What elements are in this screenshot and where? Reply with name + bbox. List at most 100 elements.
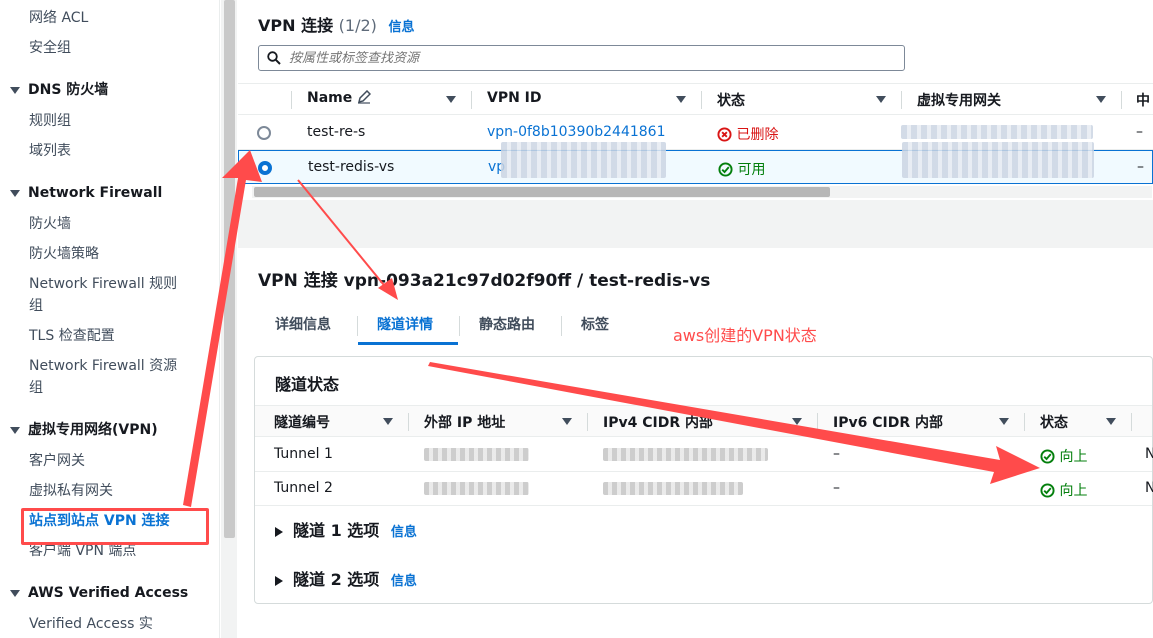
sidebar-item-firewall-policies[interactable]: 防火墙策略 [29, 243, 99, 265]
redacted-ipv4-cidr [603, 448, 768, 461]
expander-label: 隧道 2 选项 [293, 570, 380, 589]
tunnel-row: Tunnel 2 – 向上 N [255, 472, 1153, 506]
sidebar-section-vpn[interactable]: 虚拟专用网络(VPN) [10, 419, 158, 441]
caret-down-icon [10, 426, 20, 434]
sidebar-item-customer-gateways[interactable]: 客户网关 [29, 450, 85, 472]
column-header-outside-ip[interactable]: 外部 IP 地址 [424, 412, 505, 432]
info-link[interactable]: 信息 [388, 20, 414, 35]
column-divider [1121, 91, 1122, 109]
sort-caret-icon[interactable] [383, 418, 393, 425]
caret-down-icon [10, 86, 20, 94]
cell-status: 可用 [718, 159, 765, 179]
cell-vpn-id-link[interactable]: vpn-0f8b10390b2441861 [487, 124, 666, 140]
sidebar-item-rule-groups[interactable]: 规则组 [29, 110, 71, 132]
column-header-ipv6-cidr[interactable]: IPv6 CIDR 内部 [833, 412, 943, 432]
row-select-radio-selected[interactable] [258, 161, 272, 175]
tunnel-2-options-expander[interactable]: 隧道 2 选项 信息 [275, 566, 417, 590]
column-header-ipv4-cidr[interactable]: IPv4 CIDR 内部 [603, 412, 713, 432]
redacted-ipv4-cidr [603, 482, 743, 495]
sort-caret-icon[interactable] [999, 418, 1009, 425]
sidebar-item-domain-lists[interactable]: 域列表 [29, 140, 71, 162]
sidebar-item-nf-rule-groups-cont[interactable]: 组 [29, 295, 43, 317]
sidebar-section-label: 虚拟专用网络(VPN) [28, 422, 158, 438]
column-divider [587, 413, 588, 431]
table-row-selected[interactable]: test-redis-vs vp 可用 – [238, 142, 1153, 184]
sidebar-item-virtual-private-gateways[interactable]: 虚拟私有网关 [29, 480, 113, 502]
sidebar-scrollbar[interactable] [224, 0, 235, 538]
column-header-status[interactable]: 状态 [717, 90, 745, 110]
sidebar-item-tls-inspection[interactable]: TLS 检查配置 [29, 325, 115, 347]
sidebar-section-label: Network Firewall [28, 185, 163, 201]
sidebar-item-network-acl[interactable]: 网络 ACL [29, 7, 88, 29]
cell-ipv6: – [833, 446, 840, 462]
status-text: 可用 [737, 162, 766, 178]
cell-name: test-redis-vs [308, 159, 395, 175]
search-input[interactable] [289, 48, 889, 68]
column-label: Name [307, 90, 353, 106]
tab-static-routes[interactable]: 静态路由 [479, 314, 535, 334]
sort-caret-icon[interactable] [876, 96, 886, 103]
row-select-radio[interactable] [257, 126, 271, 140]
scrollbar-thumb[interactable] [254, 187, 830, 197]
horizontal-scrollbar[interactable] [252, 186, 1152, 198]
split-panel-divider [238, 200, 1153, 248]
sidebar-item-nf-resource-groups[interactable]: Network Firewall 资源 [29, 355, 177, 377]
detail-title: VPN 连接 vpn-093a21c97d02f90ff / test-redi… [258, 271, 711, 291]
status-error-icon [717, 127, 732, 142]
status-text: 向上 [1059, 483, 1088, 499]
cell-truncated: N [1145, 480, 1153, 496]
column-divider [817, 413, 818, 431]
sort-caret-icon[interactable] [1096, 96, 1106, 103]
redacted-outside-ip [424, 448, 529, 461]
tab-divider [357, 316, 358, 336]
cell-truncated: – [1136, 124, 1143, 140]
sort-caret-icon[interactable] [562, 418, 572, 425]
column-header-truncated[interactable]: 中 [1136, 90, 1150, 110]
cell-ipv6: – [833, 480, 840, 496]
sort-caret-icon[interactable] [792, 418, 802, 425]
vpn-detail-panel: VPN 连接 vpn-093a21c97d02f90ff / test-redi… [238, 248, 1153, 638]
sidebar-item-nf-rule-groups[interactable]: Network Firewall 规则 [29, 273, 177, 295]
cell-status: 向上 [1040, 480, 1087, 500]
vpn-connections-panel: VPN 连接 (1/2) 信息 Name VPN ID 状态 虚拟专用网关 中 … [238, 0, 1153, 200]
tab-tags[interactable]: 标签 [581, 314, 609, 334]
cell-status: 向上 [1040, 446, 1087, 466]
column-header-vpg[interactable]: 虚拟专用网关 [917, 90, 1001, 110]
column-header-vpn-id[interactable]: VPN ID [487, 90, 542, 106]
caret-right-icon [275, 575, 283, 586]
redacted-outside-ip [424, 482, 529, 495]
tunnel-row: Tunnel 1 – 向上 N [255, 438, 1153, 472]
tunnel-1-options-expander[interactable]: 隧道 1 选项 信息 [275, 517, 417, 541]
sidebar-section-network-firewall[interactable]: Network Firewall [10, 182, 162, 204]
column-header-status[interactable]: 状态 [1040, 412, 1068, 432]
sort-caret-icon[interactable] [1106, 418, 1116, 425]
cell-tunnel: Tunnel 1 [274, 446, 333, 462]
sidebar-section-dns-firewall[interactable]: DNS 防火墙 [10, 79, 108, 101]
sidebar-item-security-groups[interactable]: 安全组 [29, 37, 71, 59]
info-link[interactable]: 信息 [391, 574, 417, 589]
sort-caret-icon[interactable] [446, 96, 456, 103]
tunnel-table-header: 隧道编号 外部 IP 地址 IPv4 CIDR 内部 IPv6 CIDR 内部 … [255, 405, 1152, 437]
column-header-name[interactable]: Name [307, 89, 372, 106]
sidebar-section-verified-access[interactable]: AWS Verified Access [10, 582, 188, 604]
cell-status: 已删除 [717, 124, 778, 144]
sidebar-item-nf-resource-groups-cont[interactable]: 组 [29, 377, 43, 399]
sidebar-item-firewalls[interactable]: 防火墙 [29, 213, 71, 235]
status-success-icon [1040, 483, 1055, 498]
info-link[interactable]: 信息 [391, 525, 417, 540]
annotation-highlight-box [21, 508, 209, 545]
status-success-icon [1040, 449, 1055, 464]
tab-details[interactable]: 详细信息 [275, 314, 331, 334]
column-divider [901, 91, 902, 109]
tab-tunnel-details[interactable]: 隧道详情 [377, 314, 433, 334]
sort-caret-icon[interactable] [676, 96, 686, 103]
search-field[interactable] [258, 45, 905, 71]
column-divider [291, 91, 292, 109]
panel-title-text: VPN 连接 [258, 16, 334, 35]
column-header-tunnel[interactable]: 隧道编号 [274, 412, 330, 432]
sidebar-section-label: AWS Verified Access [28, 585, 189, 601]
column-divider [701, 91, 702, 109]
cell-name: test-re-s [307, 124, 366, 140]
selection-count: (1/2) [338, 16, 377, 35]
sidebar-item-verified-access[interactable]: Verified Access 实 [29, 613, 153, 635]
